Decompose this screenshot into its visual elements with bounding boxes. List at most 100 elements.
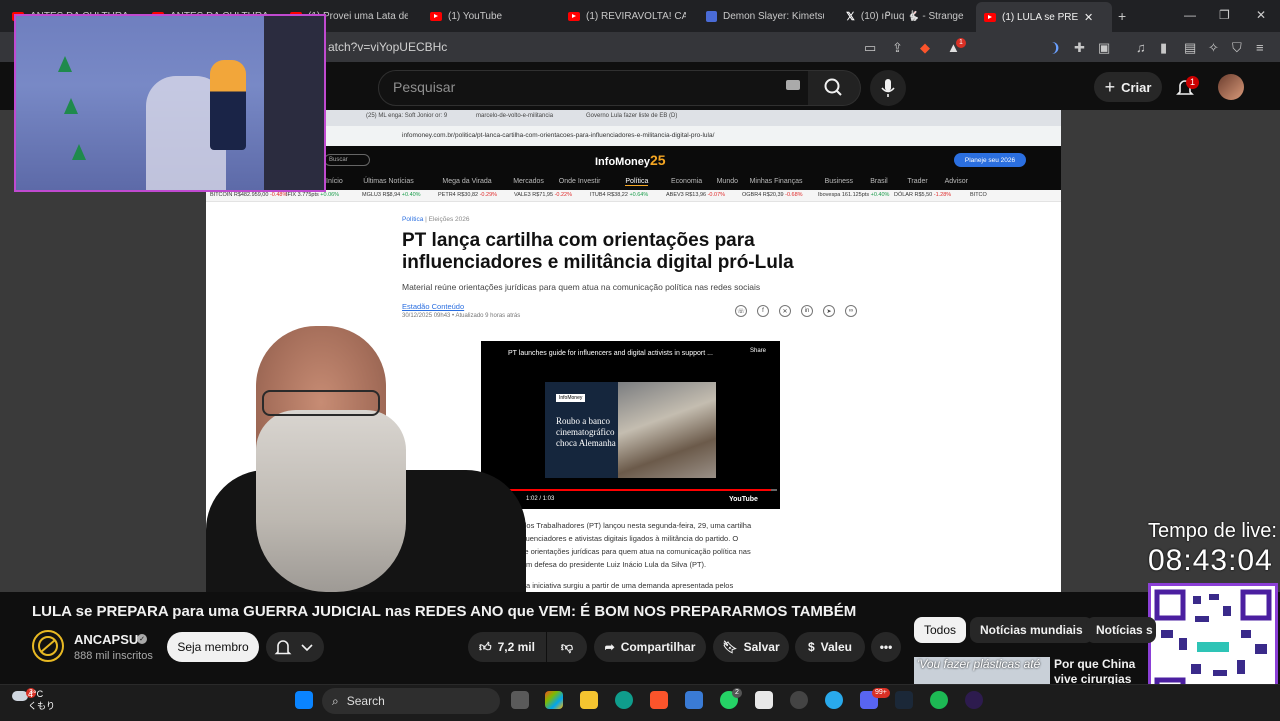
chip-todos[interactable]: Todos xyxy=(914,617,967,643)
embedded-share: Share xyxy=(750,348,767,354)
discord-badge: 99+ xyxy=(872,688,890,698)
ticker-item: BITCOIN R$482.959,00 -0.48% xyxy=(210,192,288,198)
app-icon[interactable] xyxy=(965,691,983,709)
extension-badge: 1 xyxy=(956,38,966,48)
brave-icon[interactable] xyxy=(650,691,668,709)
user-avatar[interactable] xyxy=(1218,74,1244,100)
telegram-icon[interactable] xyxy=(825,691,843,709)
youtube-icon xyxy=(984,12,996,22)
taskbar-search[interactable]: ⌕ Search xyxy=(322,688,500,714)
article-author: Estadão Conteúdo xyxy=(402,302,465,311)
new-tab-button[interactable]: + xyxy=(1118,4,1126,28)
streamer-glasses xyxy=(262,390,380,416)
telegram-icon: ➤ xyxy=(823,305,835,317)
cast-icon[interactable]: ▭ xyxy=(864,40,876,56)
article-body-line: o dos Trabalhadores (PT) lançou nesta se… xyxy=(516,521,752,530)
ticker-item: MGLU3 R$8,94 +0.40% xyxy=(362,192,421,198)
ticker-item: VALE3 R$71,95 -0.22% xyxy=(514,192,573,198)
live-time-label: Tempo de live: xyxy=(1148,520,1277,542)
save-button[interactable]: 🔖︎ Salvar xyxy=(713,632,789,662)
browser-tab[interactable]: Demon Slayer: Kimetsu xyxy=(706,4,824,28)
chip-news[interactable]: Notícias s xyxy=(1086,617,1156,643)
edge-icon[interactable] xyxy=(615,691,633,709)
recommendation-title[interactable]: Por que China vive cirurgias plásticas xyxy=(1054,657,1146,685)
infomoney-search: Buscar xyxy=(324,154,370,166)
url-field[interactable]: atch?v=viYopUECBHc xyxy=(328,40,447,54)
wallet-icon[interactable]: ▤ xyxy=(1184,40,1196,56)
spotify-icon[interactable] xyxy=(930,691,948,709)
ticker-item: ITUB4 R$38,22 +0.64% xyxy=(590,192,649,198)
verified-icon: ✓ xyxy=(137,634,147,644)
weather-widget[interactable]: 4°C くもり xyxy=(28,689,55,712)
search-button[interactable] xyxy=(808,70,861,106)
shelf xyxy=(264,16,324,190)
sidebar-icon[interactable]: ▣ xyxy=(1098,40,1110,56)
ticker-item: ABEV3 R$13,96 -0.07% xyxy=(666,192,726,198)
music-icon[interactable]: ♫ xyxy=(1136,40,1146,55)
windows-start-icon[interactable] xyxy=(295,691,313,709)
taskbar xyxy=(0,684,1280,721)
share-button[interactable]: ➦ Compartilhar xyxy=(594,632,706,662)
keyboard-icon[interactable] xyxy=(786,80,800,90)
brave-shield-icon[interactable]: ◆ xyxy=(920,40,930,56)
x-icon: 𝕏 xyxy=(846,10,855,23)
thumbs-up-icon: 👍︎ xyxy=(479,639,492,654)
embedded-progress-fill xyxy=(484,489,772,491)
join-button[interactable]: Seja membro xyxy=(167,632,259,662)
room-webcam xyxy=(14,14,326,192)
streamer-beard xyxy=(256,410,406,592)
minimize-icon[interactable]: — xyxy=(1184,8,1196,22)
video-title: LULA se PREPARA para uma GUERRA JUDICIAL… xyxy=(32,603,857,620)
article-body-line: la, a iniciativa surgiu a partir de uma … xyxy=(516,581,734,590)
copilot-icon[interactable] xyxy=(545,691,563,709)
extension-icon[interactable]: ❩ xyxy=(1050,40,1061,56)
file-explorer-icon[interactable] xyxy=(580,691,598,709)
like-button[interactable]: 👍︎ 7,2 mil xyxy=(468,632,546,662)
close-window-icon[interactable]: ✕ xyxy=(1256,8,1266,22)
infomoney-nav-item: Business xyxy=(824,178,853,185)
ticker-item: OGBR4 R$20,39 -0.68% xyxy=(742,192,803,198)
task-view-icon[interactable] xyxy=(511,691,529,709)
reader-icon[interactable]: ▮ xyxy=(1160,40,1167,56)
more-actions-button[interactable]: ••• xyxy=(871,632,901,662)
store-icon[interactable] xyxy=(685,691,703,709)
share-icon[interactable]: ⇪ xyxy=(892,40,903,56)
browser-tab[interactable]: (1) REVIRAVOLTA! CASA xyxy=(568,4,686,28)
inner-tab: (25) ML enga: Soft Jonior or: 9 xyxy=(366,113,448,119)
browser-tab[interactable]: (1) YouTube xyxy=(430,4,548,28)
infomoney-nav-item: Trader xyxy=(907,178,928,185)
ticker-item: PETR4 R$30,82 -0.29% xyxy=(438,192,498,198)
channel-name[interactable]: ANCAPSU xyxy=(74,632,138,647)
article-body-line: s em defesa do presidente Luiz Inácio Lu… xyxy=(516,560,707,569)
thanks-button[interactable]: $ Valeu xyxy=(795,632,865,662)
browser-tab[interactable]: 𝕏 (10) ıᑭıuq 🐇 - Stranger xyxy=(846,4,964,28)
steam-icon[interactable] xyxy=(895,691,913,709)
plan-button: Planeje seu 2026 xyxy=(954,153,1026,167)
close-tab-icon[interactable]: ✕ xyxy=(1084,11,1093,24)
bell-dropdown-icon xyxy=(274,640,313,655)
chip-world-news[interactable]: Notícias mundiais xyxy=(970,617,1093,643)
menu-icon[interactable]: ≡ xyxy=(1256,40,1264,55)
leo-icon[interactable]: ✧ xyxy=(1208,40,1219,56)
ticker-item: BITCO xyxy=(970,192,987,198)
vpn-icon[interactable]: ⛉ xyxy=(1232,40,1242,56)
infomoney-nav-item: Mega da Virada xyxy=(442,178,492,185)
capcut-icon[interactable] xyxy=(755,691,773,709)
subscription-bell-button[interactable] xyxy=(266,632,324,662)
puzzle-icon[interactable]: ✚ xyxy=(1074,40,1085,56)
obs-icon[interactable] xyxy=(790,691,808,709)
search-icon: ⌕ xyxy=(332,693,339,708)
channel-avatar[interactable] xyxy=(32,630,64,662)
infomoney-nav-item: Mercados xyxy=(513,178,544,185)
infomoney-nav-item: Minhas Finanças xyxy=(749,178,803,185)
restore-icon[interactable]: ❐ xyxy=(1219,8,1230,22)
create-button[interactable]: + Criar xyxy=(1094,72,1162,102)
ticker-item: Ibovespa 161.125pts +0.40% xyxy=(818,192,890,198)
infomoney-nav-item: Mundo xyxy=(716,178,738,185)
plus-icon: + xyxy=(1104,76,1116,97)
ticker-item: IFIX 3.775pts +0.06% xyxy=(286,192,340,198)
browser-tab-active[interactable]: (1) LULA se PREPAR✕ xyxy=(976,2,1112,32)
article-body-line: influenciadores e ativistas digitais lig… xyxy=(516,534,739,543)
dislike-button[interactable]: 👎︎ xyxy=(547,632,587,662)
voice-search-button[interactable] xyxy=(870,70,906,106)
